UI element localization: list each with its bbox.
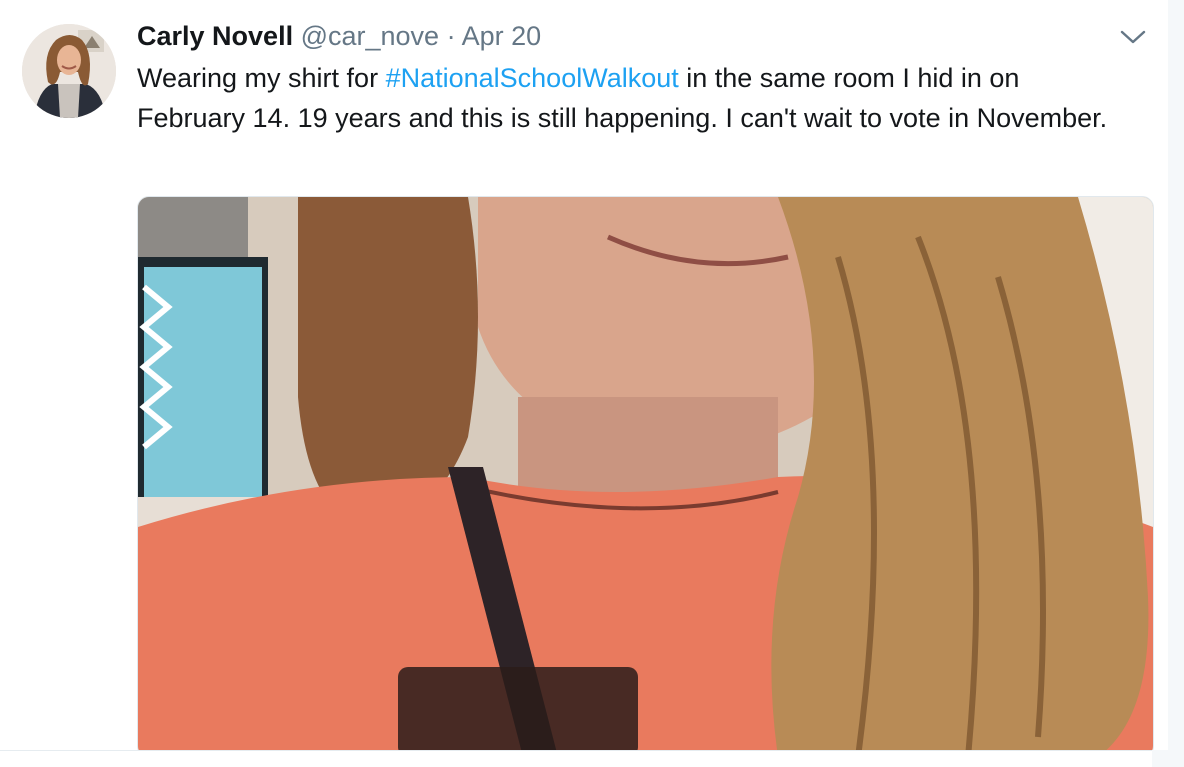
header-separator: ·	[446, 21, 456, 51]
chevron-down-icon	[1120, 30, 1146, 44]
photo-image	[138, 197, 1153, 750]
page-gutter	[1168, 0, 1184, 766]
author-name[interactable]: Carly Novell	[137, 21, 293, 51]
tweet-card[interactable]: Carly Novell @car_nove · Apr 20 Wearing …	[0, 0, 1168, 750]
tweet-text: Wearing my shirt for #NationalSchoolWalk…	[137, 58, 1127, 138]
tweet-media-photo[interactable]	[137, 196, 1154, 750]
author-handle[interactable]: @car_nove	[301, 21, 439, 51]
next-tweet-edge	[0, 750, 1184, 767]
next-tweet-card-top	[0, 750, 1152, 767]
tweet-header: Carly Novell @car_nove · Apr 20	[137, 20, 541, 52]
hashtag-link[interactable]: #NationalSchoolWalkout	[386, 63, 679, 93]
tweet-text-start: Wearing my shirt for	[137, 63, 386, 93]
tweet-timestamp[interactable]: Apr 20	[462, 21, 542, 51]
author-avatar[interactable]	[22, 24, 116, 118]
avatar-photo	[22, 24, 116, 118]
tweet-menu-button[interactable]	[1118, 26, 1148, 48]
